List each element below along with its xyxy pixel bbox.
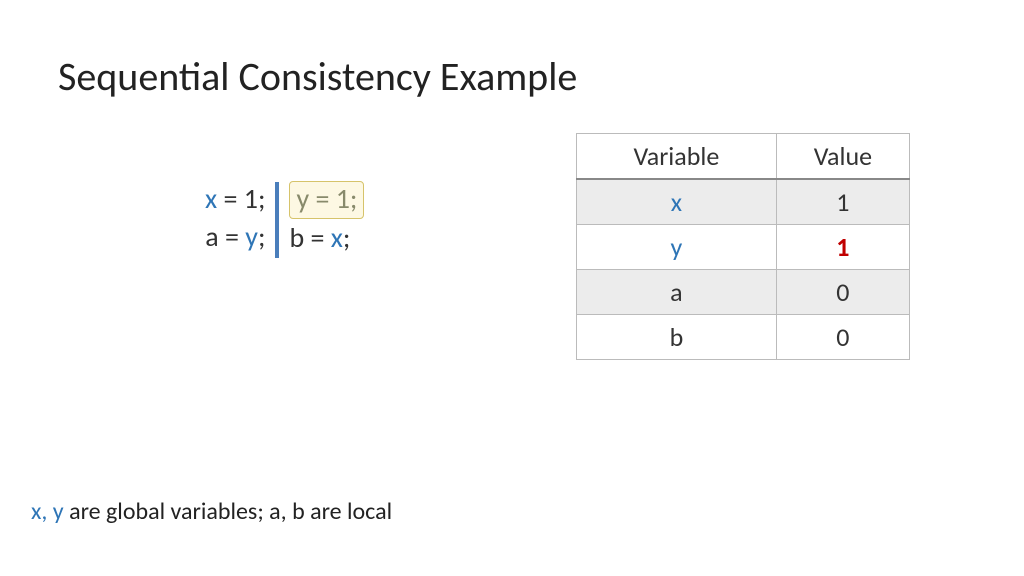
- highlighted-stmt: y = 1;: [289, 181, 364, 219]
- cell-val: 0: [776, 315, 909, 360]
- var-x: x: [205, 181, 217, 216]
- var-x-2: x: [331, 220, 343, 255]
- header-variable: Variable: [577, 134, 777, 180]
- footnote-vars: x, y: [31, 497, 64, 526]
- header-value: Value: [776, 134, 909, 180]
- cell-var: x: [577, 179, 777, 225]
- cell-val: 1: [776, 179, 909, 225]
- variable-table: Variable Value x 1 y 1 a 0 b 0: [576, 133, 910, 360]
- table-row: b 0: [577, 315, 910, 360]
- tail-text: ;: [258, 219, 266, 254]
- thread1-line1: x = 1;: [205, 180, 265, 218]
- thread2-line1: y = 1;: [289, 180, 364, 219]
- assign-text-hl: = 1;: [309, 181, 357, 216]
- var-y: y: [245, 219, 258, 254]
- cell-var: a: [577, 270, 777, 315]
- code-block: x = 1; a = y; y = 1; b = x;: [205, 180, 364, 258]
- table-row: a 0: [577, 270, 910, 315]
- lhs-text: a =: [205, 219, 245, 254]
- parallel-divider: [275, 182, 279, 258]
- slide-title: Sequential Consistency Example: [58, 52, 577, 101]
- thread-1-code: x = 1; a = y;: [205, 180, 265, 256]
- footnote-text: are global variables; a, b are local: [64, 497, 392, 526]
- assign-text: = 1;: [217, 181, 265, 216]
- footnote: x, y are global variables; a, b are loca…: [31, 497, 392, 526]
- lhs-text-2: b =: [289, 220, 330, 255]
- thread1-line2: a = y;: [205, 218, 265, 256]
- table-row: x 1: [577, 179, 910, 225]
- table-row: y 1: [577, 225, 910, 270]
- tail-text-2: ;: [343, 220, 351, 255]
- cell-var: b: [577, 315, 777, 360]
- cell-val: 0: [776, 270, 909, 315]
- cell-val: 1: [776, 225, 909, 270]
- var-y-hl: y: [296, 181, 309, 216]
- thread2-line2: b = x;: [289, 219, 364, 257]
- cell-var: y: [577, 225, 777, 270]
- thread-2-code: y = 1; b = x;: [289, 180, 364, 256]
